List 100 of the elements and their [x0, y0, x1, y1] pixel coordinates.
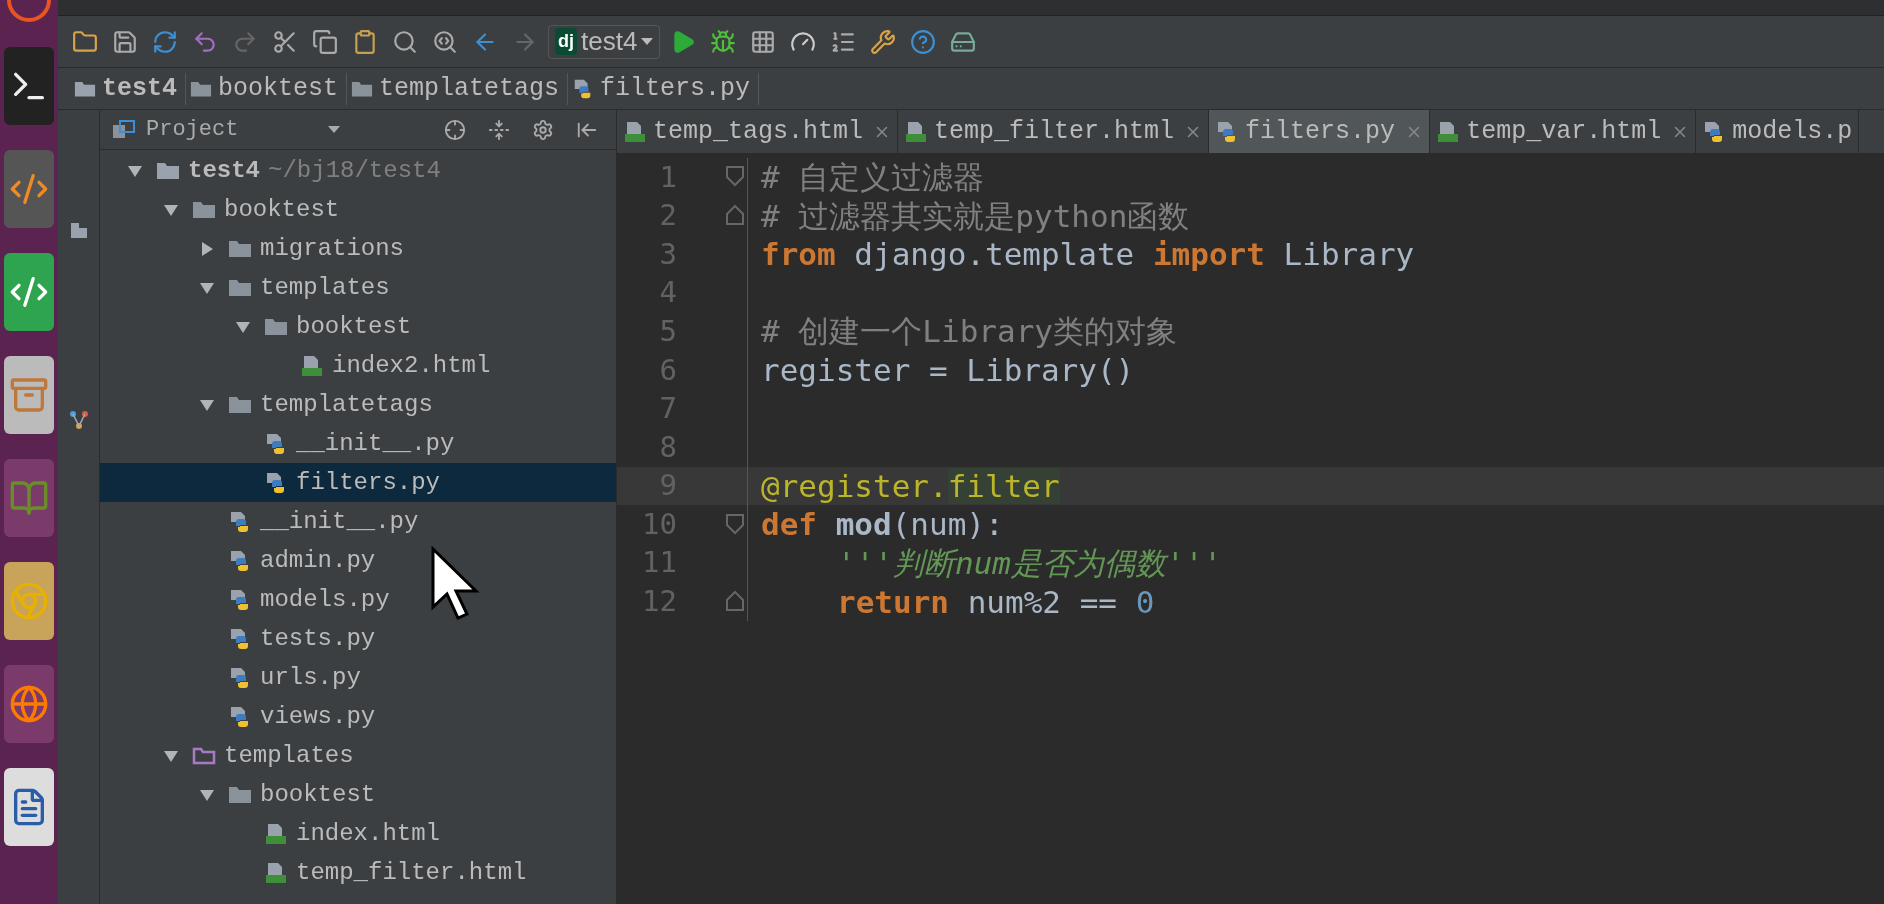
html-file-icon — [904, 119, 929, 144]
tree-item-label: index2.html — [332, 350, 491, 381]
tree-item[interactable]: __init__.py — [100, 424, 616, 463]
code-line: register = Library() — [761, 351, 1135, 390]
tree-item[interactable]: index2.html — [100, 346, 616, 385]
line-number: 10 — [641, 505, 677, 543]
folder-icon — [190, 79, 212, 98]
breadcrumb[interactable]: booktest — [190, 72, 348, 105]
tree-item-label: admin.py — [260, 545, 376, 576]
tree-item-label: booktest — [260, 779, 376, 810]
html-file-icon — [264, 821, 288, 846]
line-number: 7 — [658, 390, 677, 428]
editor-tab[interactable]: filters.py — [1209, 110, 1431, 153]
folder-icon — [74, 79, 96, 98]
tree-item[interactable]: index.html — [100, 814, 616, 853]
document-icon[interactable] — [4, 768, 54, 846]
tree-item-label: views.py — [260, 701, 376, 732]
code-line: # 创建一个Library类的对象 — [761, 312, 1177, 352]
tree-item-label: test4 — [188, 155, 260, 186]
django-badge: dj — [555, 28, 577, 55]
code-line: # 过滤器其实就是python函数 — [761, 196, 1190, 236]
fold-icon[interactable] — [725, 203, 745, 226]
tree-item[interactable]: templates — [100, 268, 616, 307]
caret-icon — [328, 126, 341, 133]
tree-item[interactable]: test4 ~/bj18/test4 — [100, 151, 616, 190]
tree-item[interactable]: tests.py — [100, 619, 616, 658]
html-file-icon — [264, 860, 288, 885]
branch-icon[interactable] — [68, 410, 89, 430]
line-number: 4 — [658, 274, 677, 312]
tree-item-label: __init__.py — [260, 506, 419, 537]
folder-icon — [228, 238, 252, 259]
editor-tab[interactable]: temp_var.html — [1430, 110, 1697, 153]
tree-item-label: index.html — [296, 818, 441, 849]
app-icon[interactable] — [4, 150, 54, 228]
breadcrumb[interactable]: templatetags — [351, 72, 569, 105]
fold-icon[interactable] — [725, 165, 745, 188]
folder-icon — [228, 277, 252, 298]
folder-icon — [228, 784, 252, 805]
tree-item-label: __init__.py — [296, 428, 455, 459]
line-number: 6 — [658, 351, 677, 389]
tree-item[interactable]: templatetags — [100, 385, 616, 424]
tree-item-label: filters.py — [296, 467, 441, 498]
tree-item[interactable]: __init__.py — [100, 502, 616, 541]
run-config-dropdown[interactable]: dj test4 — [548, 24, 661, 59]
folder-icon — [192, 199, 216, 220]
terminal-icon[interactable] — [4, 47, 54, 125]
tree-item[interactable]: admin.py — [100, 541, 616, 580]
tree-item[interactable]: filters.py — [100, 463, 616, 502]
tree-item-label: urls.py — [260, 662, 361, 693]
editor-tab[interactable]: models.p — [1696, 110, 1860, 153]
folder-icon — [156, 160, 180, 181]
tree-item-label: migrations — [260, 233, 405, 264]
line-number: 2 — [658, 197, 677, 235]
tree-item[interactable]: views.py — [100, 697, 616, 736]
tree-item[interactable]: booktest — [100, 775, 616, 814]
folder-icon — [192, 745, 216, 766]
editor-tab[interactable]: temp_tags.html — [617, 110, 899, 153]
tree-item[interactable]: booktest — [100, 307, 616, 346]
tree-item[interactable]: temp_filter.html — [100, 853, 616, 892]
editor-tab[interactable]: temp_filter.html — [898, 110, 1210, 153]
code-line: from django.template import Library — [761, 235, 1415, 275]
code-line: def mod(num): — [761, 505, 1004, 545]
breadcrumb[interactable]: filters.py — [572, 72, 760, 105]
app-icon[interactable] — [4, 253, 54, 331]
code-line: '''判断num是否为偶数''' — [836, 544, 1222, 583]
folder-icon — [264, 316, 288, 337]
code-line: # 自定义过滤器 — [761, 158, 985, 198]
html-file-icon — [300, 353, 324, 378]
tree-item-label: booktest — [224, 194, 340, 225]
breadcrumb[interactable]: test4 — [74, 72, 186, 105]
line-number: 11 — [641, 544, 677, 582]
tree-item[interactable]: urls.py — [100, 658, 616, 697]
cursor-icon — [430, 546, 482, 622]
folder-icon[interactable] — [68, 220, 89, 240]
fold-icon[interactable] — [725, 512, 745, 535]
line-number: 1 — [658, 158, 677, 196]
panel-title-dropdown[interactable]: Project — [146, 113, 341, 146]
run-config-label: test4 — [581, 25, 638, 58]
tree-item-path: ~/bj18/test4 — [268, 155, 441, 186]
folder-icon — [351, 79, 374, 98]
tree-item-label: tests.py — [260, 623, 376, 654]
tree-item-label: models.py — [260, 584, 390, 615]
tree-item[interactable]: templates — [100, 736, 616, 775]
tree-item[interactable]: models.py — [100, 580, 616, 619]
fold-icon[interactable] — [725, 589, 745, 612]
code-line: return num%2 == 0 — [836, 582, 1155, 622]
code-line: @register.filter — [761, 466, 1060, 506]
tree-item-label: templatetags — [260, 389, 433, 420]
line-number: 5 — [658, 312, 677, 350]
tree-item-label: temp_filter.html — [296, 857, 527, 888]
tree-item-label: templates — [260, 272, 390, 303]
tree-item-label: booktest — [296, 311, 412, 342]
tree-item[interactable]: migrations — [100, 229, 616, 268]
globe-icon[interactable] — [4, 665, 54, 743]
line-number: 3 — [658, 235, 677, 273]
project-icon — [112, 119, 136, 140]
tree-item[interactable]: booktest — [100, 190, 616, 229]
line-number: 8 — [658, 428, 677, 466]
line-number: 12 — [641, 583, 677, 621]
html-file-icon — [1436, 119, 1461, 144]
